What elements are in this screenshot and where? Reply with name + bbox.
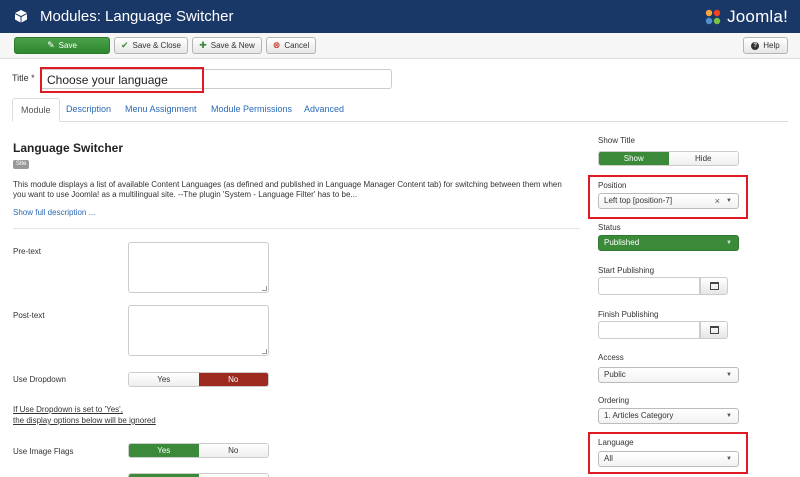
plus-icon: ✚: [199, 40, 207, 50]
access-select[interactable]: Public ▼: [598, 367, 739, 383]
brand-name: Joomla!: [727, 7, 788, 26]
pretext-label: Pre-text: [13, 247, 42, 256]
use-dropdown-yes[interactable]: Yes: [129, 373, 199, 386]
note-line: If Use Dropdown is set to 'Yes',: [13, 405, 123, 414]
finish-publishing-label: Finish Publishing: [598, 310, 659, 319]
show-title-toggle: Show Hide: [598, 151, 739, 166]
save-label: Save: [58, 41, 77, 50]
divider: [13, 228, 580, 229]
calendar-icon: [709, 282, 719, 290]
edit-icon: ✎: [47, 40, 55, 50]
module-description: This module displays a list of available…: [13, 180, 588, 200]
description-line: you want to use Joomla! as a multilingua…: [13, 190, 358, 199]
title-label: Title *: [12, 73, 35, 83]
save-close-button[interactable]: ✔ Save & Close: [114, 37, 188, 54]
caret-down-icon: ▼: [726, 240, 732, 246]
tab-menu-assignment[interactable]: Menu Assignment: [117, 98, 205, 122]
cancel-label: Cancel: [284, 41, 310, 50]
start-publishing-label: Start Publishing: [598, 266, 655, 275]
cube-icon: [15, 10, 27, 23]
site-badge: Site: [13, 160, 30, 169]
ordering-value: 1. Articles Category: [604, 411, 674, 420]
save-new-button[interactable]: ✚ Save & New: [192, 37, 262, 54]
clear-icon[interactable]: ×: [715, 194, 720, 208]
tab-description[interactable]: Description: [58, 98, 119, 122]
caret-down-icon: ▼: [726, 198, 732, 204]
access-value: Public: [604, 370, 626, 379]
help-button[interactable]: ? Help: [743, 37, 788, 54]
position-select[interactable]: Left top [position-7] × ▼: [598, 193, 739, 209]
cancel-icon: ⊗: [272, 40, 281, 50]
next-toggle-partial: [128, 473, 269, 477]
save-new-label: Save & New: [210, 41, 255, 50]
dropdown-note: If Use Dropdown is set to 'Yes', the dis…: [13, 404, 156, 426]
use-image-flags-no[interactable]: No: [198, 444, 268, 457]
page-title: Modules: Language Switcher: [40, 8, 234, 25]
use-dropdown-label: Use Dropdown: [13, 375, 66, 384]
caret-down-icon: ▼: [726, 372, 732, 378]
check-icon: ✔: [120, 40, 129, 50]
description-line: This module displays a list of available…: [13, 180, 562, 189]
calendar-icon: [709, 326, 719, 334]
use-dropdown-no[interactable]: No: [198, 373, 268, 386]
help-label: Help: [763, 41, 780, 50]
module-name: Language Switcher: [13, 141, 124, 155]
tab-bar: Module Description Menu Assignment Modul…: [12, 98, 788, 122]
pretext-textarea[interactable]: [128, 242, 269, 293]
status-label: Status: [598, 223, 621, 232]
joomla-icon: [705, 9, 721, 25]
start-publishing-calendar-button[interactable]: [700, 277, 728, 295]
tab-module[interactable]: Module: [12, 98, 60, 122]
show-title-hide[interactable]: Hide: [668, 152, 738, 165]
show-full-description-link[interactable]: Show full description ...: [13, 208, 95, 217]
joomla-logo: Joomla!: [703, 6, 788, 28]
posttext-label: Post-text: [13, 311, 45, 320]
finish-publishing-calendar-button[interactable]: [700, 321, 728, 339]
toolbar: ✎ Save ✔ Save & Close ✚ Save & New ⊗ Can…: [0, 33, 800, 59]
show-title-show[interactable]: Show: [599, 152, 669, 165]
caret-down-icon: ▼: [726, 456, 732, 462]
posttext-textarea[interactable]: [128, 305, 269, 356]
title-input[interactable]: Choose your language: [40, 69, 392, 89]
note-line: the display options below will be ignore…: [13, 416, 156, 425]
show-title-label: Show Title: [598, 136, 635, 145]
save-close-label: Save & Close: [132, 41, 181, 50]
tab-advanced[interactable]: Advanced: [296, 98, 352, 122]
help-icon: ?: [751, 41, 760, 50]
header-bar: Modules: Language Switcher Joomla!: [0, 0, 800, 33]
finish-publishing-input[interactable]: [598, 321, 700, 339]
use-image-flags-toggle: Yes No: [128, 443, 269, 458]
tab-module-permissions[interactable]: Module Permissions: [203, 98, 300, 122]
caret-down-icon: ▼: [726, 413, 732, 419]
use-image-flags-yes[interactable]: Yes: [129, 444, 199, 457]
position-label: Position: [598, 181, 627, 190]
cancel-button[interactable]: ⊗ Cancel: [266, 37, 316, 54]
save-button[interactable]: ✎ Save: [14, 37, 110, 54]
access-label: Access: [598, 353, 624, 362]
ordering-label: Ordering: [598, 396, 630, 405]
language-select[interactable]: All ▼: [598, 451, 739, 467]
status-value: Published: [604, 238, 640, 247]
language-value: All: [604, 454, 613, 463]
language-label: Language: [598, 438, 634, 447]
status-select[interactable]: Published ▼: [598, 235, 739, 251]
start-publishing-input[interactable]: [598, 277, 700, 295]
resize-grip-icon[interactable]: [262, 286, 267, 291]
ordering-select[interactable]: 1. Articles Category ▼: [598, 408, 739, 424]
resize-grip-icon[interactable]: [262, 349, 267, 354]
use-image-flags-label: Use Image Flags: [13, 447, 74, 456]
position-value: Left top [position-7]: [604, 196, 673, 205]
use-dropdown-toggle: Yes No: [128, 372, 269, 387]
